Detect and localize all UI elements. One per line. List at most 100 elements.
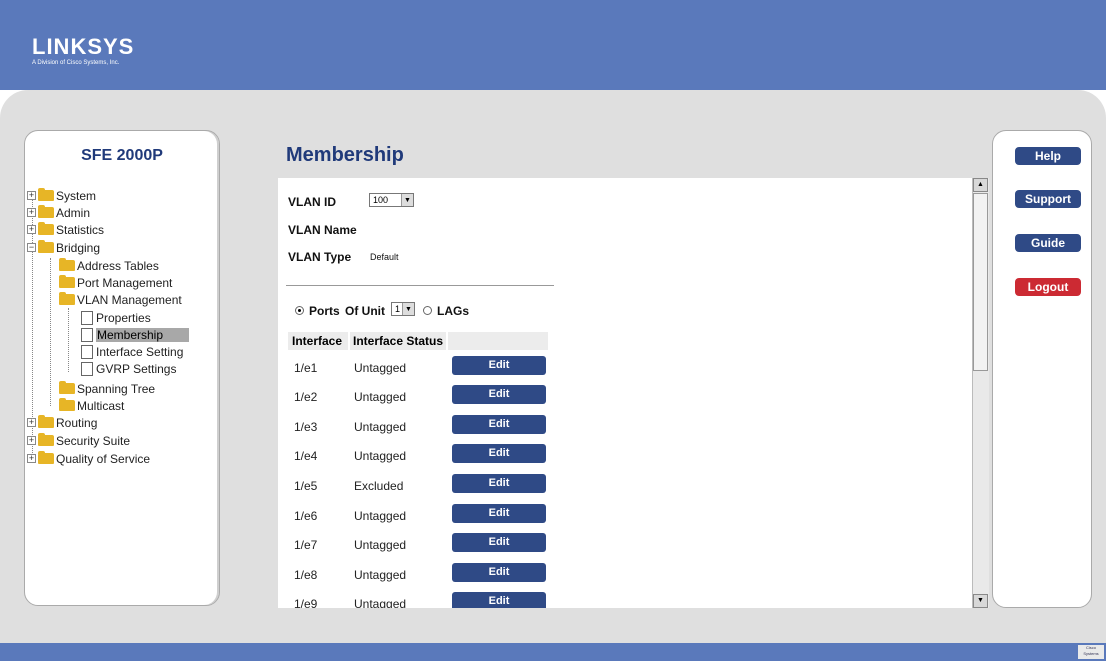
- status-cell: Untagged: [354, 390, 407, 404]
- vlan-id-label: VLAN ID: [288, 195, 336, 209]
- sidebar-item-label: Statistics: [56, 222, 105, 237]
- page-icon: [81, 327, 93, 342]
- linksys-logo: LINKSYS A Division of Cisco Systems, Inc…: [32, 36, 134, 67]
- tree-line: [50, 258, 51, 406]
- column-header-label: Interface: [292, 334, 343, 348]
- expand-icon[interactable]: +: [27, 208, 36, 217]
- sidebar-item-label: Routing: [56, 415, 98, 430]
- page-icon: [81, 344, 93, 359]
- vertical-scrollbar[interactable]: ▲ ▼: [972, 178, 989, 608]
- sidebar-item-spanning-tree[interactable]: Spanning Tree: [59, 380, 155, 397]
- logout-button[interactable]: Logout: [1015, 278, 1081, 296]
- status-cell: Untagged: [354, 568, 407, 582]
- edit-button[interactable]: Edit: [452, 592, 546, 608]
- sidebar-item-admin[interactable]: + Admin: [27, 204, 90, 221]
- edit-button[interactable]: Edit: [452, 415, 546, 434]
- vlan-type-label: VLAN Type: [288, 250, 352, 264]
- sidebar-item-label: Bridging: [56, 240, 101, 255]
- interface-cell: 1/e8: [294, 568, 318, 582]
- sidebar-item-label: Properties: [96, 310, 151, 325]
- brand-name: LINKSYS: [32, 34, 135, 59]
- vlan-id-select[interactable]: 100 ▼: [369, 193, 414, 207]
- sidebar-item-system[interactable]: + System: [27, 187, 96, 204]
- interface-cell: 1/e6: [294, 509, 318, 523]
- sidebar-item-label: Spanning Tree: [77, 381, 156, 396]
- open-folder-icon: [38, 240, 54, 253]
- edit-button[interactable]: Edit: [452, 474, 546, 493]
- status-cell: Untagged: [354, 597, 407, 608]
- folder-icon: [59, 381, 75, 394]
- chevron-down-icon: ▼: [402, 303, 414, 315]
- help-button[interactable]: Help: [1015, 147, 1081, 165]
- folder-icon: [38, 433, 54, 446]
- column-header-label: Interface Status: [353, 334, 444, 348]
- sidebar-item-multicast[interactable]: Multicast: [59, 397, 124, 414]
- sidebar-nav: SFE 2000P + System + Admin + Statistics …: [24, 130, 220, 606]
- sidebar-item-bridging[interactable]: − Bridging: [27, 239, 100, 256]
- folder-icon: [38, 415, 54, 428]
- edit-button[interactable]: Edit: [452, 533, 546, 552]
- expand-icon[interactable]: +: [27, 418, 36, 427]
- sidebar-item-membership[interactable]: Membership: [81, 326, 190, 343]
- interface-cell: 1/e9: [294, 597, 318, 608]
- page-title: Membership: [286, 144, 404, 166]
- sidebar-item-security-suite[interactable]: + Security Suite: [27, 432, 130, 449]
- edit-button[interactable]: Edit: [452, 356, 546, 375]
- main-content: VLAN ID 100 ▼ VLAN Name VLAN Type Defaul…: [278, 178, 988, 608]
- sidebar-item-label: Address Tables: [77, 258, 159, 273]
- sidebar-item-port-management[interactable]: Port Management: [59, 274, 172, 291]
- status-cell: Untagged: [354, 509, 407, 523]
- collapse-icon[interactable]: −: [27, 243, 36, 252]
- lags-label: LAGs: [437, 304, 470, 318]
- sidebar-item-routing[interactable]: + Routing: [27, 414, 97, 431]
- edit-button[interactable]: Edit: [452, 385, 546, 404]
- expand-icon[interactable]: +: [27, 191, 36, 200]
- expand-icon[interactable]: +: [27, 454, 36, 463]
- scroll-up-icon[interactable]: ▲: [973, 178, 988, 192]
- interface-cell: 1/e7: [294, 538, 318, 552]
- sidebar-item-gvrp-settings[interactable]: GVRP Settings: [81, 360, 176, 377]
- page-icon: [81, 310, 93, 325]
- sidebar-item-interface-setting[interactable]: Interface Setting: [81, 343, 183, 360]
- sidebar-item-address-tables[interactable]: Address Tables: [59, 257, 159, 274]
- ports-radio[interactable]: [295, 306, 304, 315]
- sidebar-item-label: Quality of Service: [56, 451, 151, 466]
- sidebar-item-label: GVRP Settings: [96, 361, 177, 376]
- interface-cell: 1/e1: [294, 361, 318, 375]
- folder-icon: [38, 205, 54, 218]
- edit-button[interactable]: Edit: [452, 563, 546, 582]
- scrollbar-thumb[interactable]: [973, 193, 988, 371]
- vlan-type-value: Default: [370, 252, 399, 262]
- status-cell: Excluded: [354, 479, 404, 493]
- column-header-status: Interface Status: [350, 332, 446, 350]
- status-cell: Untagged: [354, 420, 407, 434]
- sidebar-item-label: Port Management: [77, 275, 173, 290]
- sidebar-item-statistics[interactable]: + Statistics: [27, 221, 104, 238]
- scroll-down-icon[interactable]: ▼: [973, 594, 988, 608]
- support-button[interactable]: Support: [1015, 190, 1081, 208]
- page-icon: [81, 361, 93, 376]
- expand-icon[interactable]: +: [27, 225, 36, 234]
- expand-icon[interactable]: +: [27, 436, 36, 445]
- unit-value: 1: [395, 304, 401, 314]
- status-cell: Untagged: [354, 361, 407, 375]
- tree-line: [68, 308, 69, 372]
- unit-select[interactable]: 1 ▼: [391, 302, 415, 316]
- cisco-logo: Cisco Systems: [1078, 645, 1104, 659]
- sidebar-item-label: Admin: [56, 205, 91, 220]
- sidebar-item-label: Multicast: [77, 398, 125, 413]
- guide-button[interactable]: Guide: [1015, 234, 1081, 252]
- brand-tagline: A Division of Cisco Systems, Inc.: [32, 60, 120, 66]
- edit-button[interactable]: Edit: [452, 504, 546, 523]
- device-model-title: SFE 2000P: [81, 147, 163, 164]
- sidebar-item-label: System: [56, 188, 97, 203]
- column-header-action: [448, 332, 548, 350]
- sidebar-item-properties[interactable]: Properties: [81, 309, 151, 326]
- sidebar-item-quality-of-service[interactable]: + Quality of Service: [27, 450, 150, 467]
- lags-radio[interactable]: [423, 306, 432, 315]
- sidebar-item-label: VLAN Management: [77, 292, 182, 307]
- of-unit-label: Of Unit: [345, 304, 385, 318]
- sidebar-item-vlan-management[interactable]: VLAN Management: [59, 291, 182, 308]
- column-header-interface: Interface: [288, 332, 348, 350]
- edit-button[interactable]: Edit: [452, 444, 546, 463]
